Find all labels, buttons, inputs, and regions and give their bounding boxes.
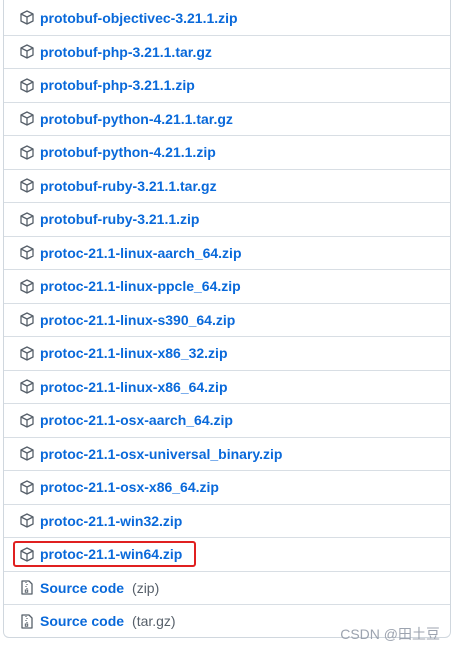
asset-row-highlighted: protoc-21.1-win64.zip	[4, 537, 450, 571]
asset-row: protobuf-objectivec-3.21.1.zip	[4, 1, 450, 35]
package-icon	[19, 513, 35, 529]
asset-row: protoc-21.1-linux-x86_32.zip	[4, 336, 450, 370]
source-code-link[interactable]: Source code	[40, 580, 124, 596]
package-icon	[19, 77, 35, 93]
asset-row: protobuf-python-4.21.1.tar.gz	[4, 101, 450, 136]
asset-link[interactable]: protobuf-python-4.21.1.tar.gz	[40, 111, 233, 127]
package-icon	[19, 178, 35, 194]
asset-link[interactable]: protoc-21.1-linux-aarch_64.zip	[40, 245, 242, 261]
package-icon	[19, 44, 35, 60]
source-code-format: (tar.gz)	[132, 613, 176, 630]
file-zip-icon	[19, 613, 35, 629]
package-icon	[19, 412, 35, 428]
asset-link[interactable]: protoc-21.1-win32.zip	[40, 513, 182, 529]
asset-row: protoc-21.1-linux-x86_64.zip	[4, 369, 450, 404]
source-code-format: (zip)	[132, 579, 160, 596]
asset-row: protoc-21.1-osx-aarch_64.zip	[4, 403, 450, 437]
asset-link[interactable]: protoc-21.1-linux-ppcle_64.zip	[40, 278, 241, 294]
package-icon	[19, 144, 35, 160]
asset-link[interactable]: protobuf-python-4.21.1.zip	[40, 144, 216, 160]
asset-row: protobuf-python-4.21.1.zip	[4, 135, 450, 169]
asset-link[interactable]: protoc-21.1-osx-universal_binary.zip	[40, 446, 282, 462]
package-icon	[19, 10, 35, 26]
package-icon	[19, 211, 35, 227]
package-icon	[19, 446, 35, 462]
asset-row: protoc-21.1-linux-s390_64.zip	[4, 302, 450, 337]
asset-row: protoc-21.1-win32.zip	[4, 503, 450, 538]
source-code-row: Source code (zip)	[4, 570, 450, 605]
package-icon	[19, 245, 35, 261]
asset-row: protobuf-php-3.21.1.zip	[4, 68, 450, 102]
asset-link[interactable]: protoc-21.1-win64.zip	[40, 546, 182, 562]
package-icon	[19, 546, 35, 562]
asset-row: protoc-21.1-osx-x86_64.zip	[4, 470, 450, 504]
asset-link[interactable]: protobuf-ruby-3.21.1.zip	[40, 211, 199, 227]
watermark: CSDN @田土豆	[340, 626, 440, 642]
asset-link[interactable]: protoc-21.1-osx-x86_64.zip	[40, 479, 219, 495]
package-icon	[19, 345, 35, 361]
package-icon	[19, 111, 35, 127]
asset-row: protoc-21.1-linux-aarch_64.zip	[4, 235, 450, 270]
asset-link[interactable]: protoc-21.1-linux-x86_64.zip	[40, 379, 228, 395]
package-icon	[19, 379, 35, 395]
asset-row: protobuf-ruby-3.21.1.zip	[4, 202, 450, 236]
asset-link[interactable]: protobuf-ruby-3.21.1.tar.gz	[40, 178, 217, 194]
asset-link[interactable]: protobuf-php-3.21.1.zip	[40, 77, 195, 93]
asset-link[interactable]: protobuf-php-3.21.1.tar.gz	[40, 44, 212, 60]
asset-row: protobuf-ruby-3.21.1.tar.gz	[4, 168, 450, 203]
asset-link[interactable]: protoc-21.1-linux-x86_32.zip	[40, 345, 228, 361]
asset-link[interactable]: protoc-21.1-linux-s390_64.zip	[40, 312, 235, 328]
asset-row: protoc-21.1-osx-universal_binary.zip	[4, 436, 450, 471]
asset-row: protobuf-php-3.21.1.tar.gz	[4, 34, 450, 69]
asset-link[interactable]: protoc-21.1-osx-aarch_64.zip	[40, 412, 233, 428]
package-icon	[19, 479, 35, 495]
source-code-link[interactable]: Source code	[40, 613, 124, 629]
file-zip-icon	[19, 580, 35, 596]
package-icon	[19, 312, 35, 328]
package-icon	[19, 278, 35, 294]
release-assets-list: protobuf-objectivec-3.21.1.zip protobuf-…	[3, 0, 451, 638]
asset-row: protoc-21.1-linux-ppcle_64.zip	[4, 269, 450, 303]
asset-link[interactable]: protobuf-objectivec-3.21.1.zip	[40, 10, 238, 26]
